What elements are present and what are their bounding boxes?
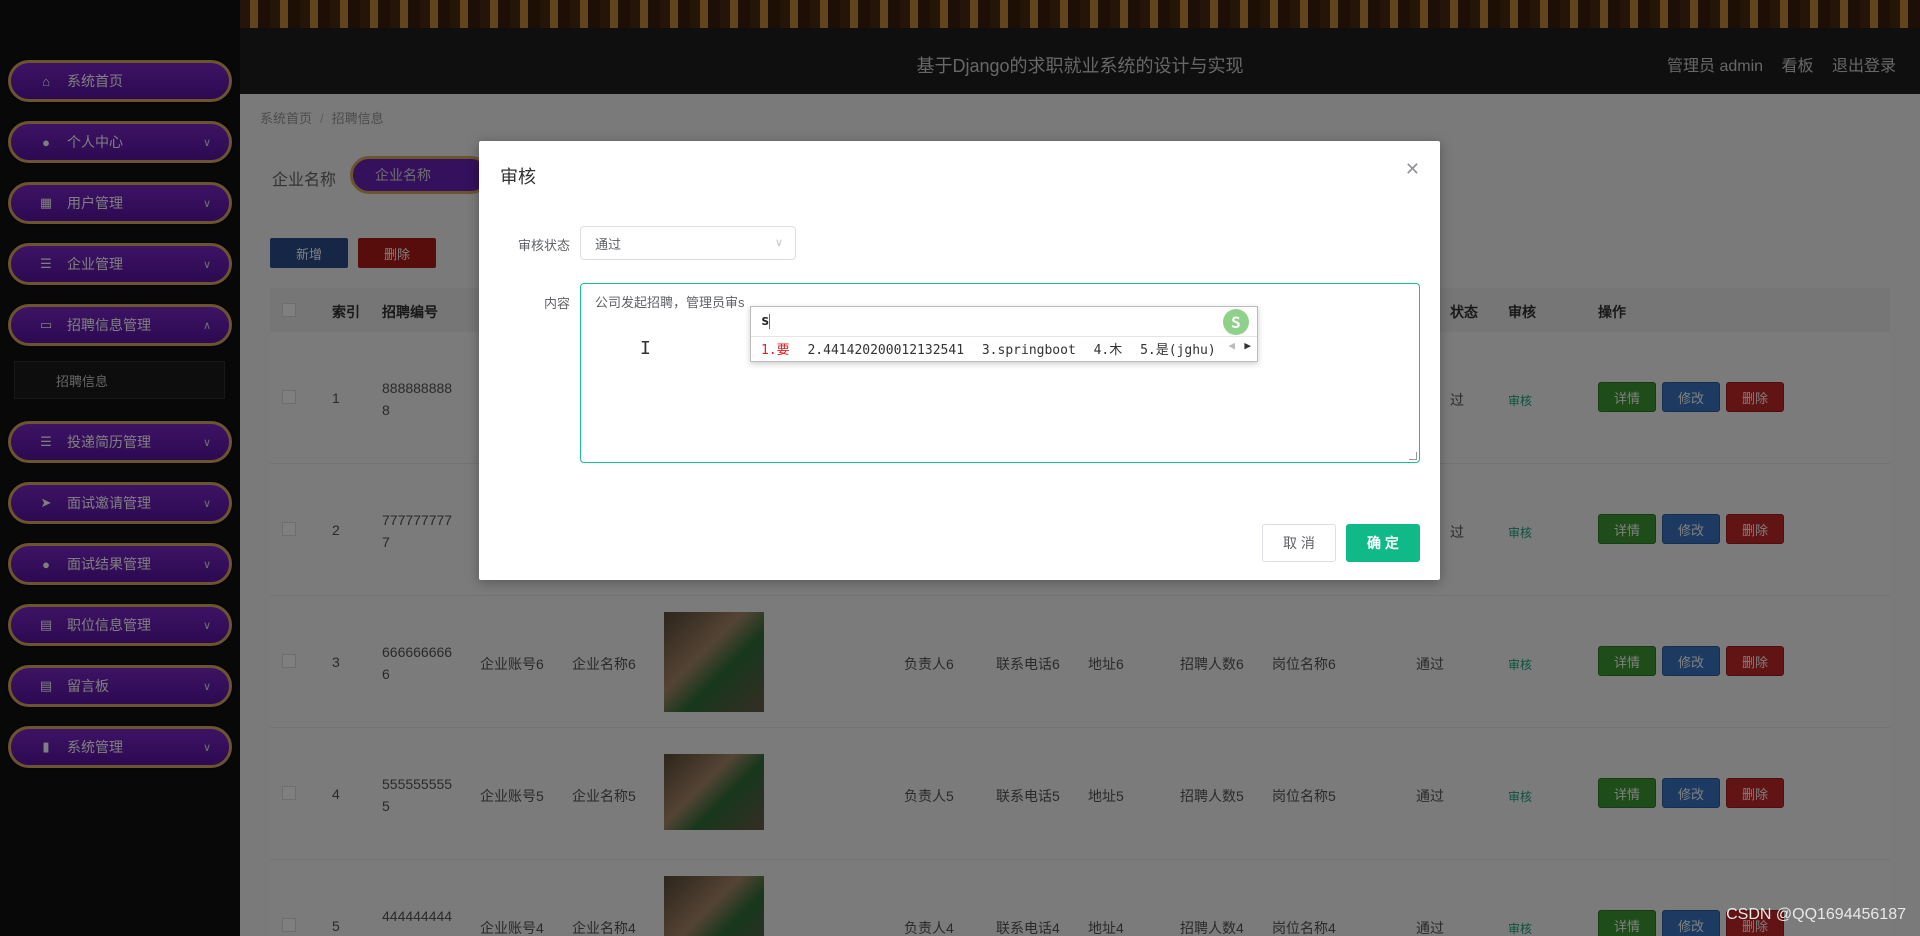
dialog-title: 审核 (500, 167, 536, 187)
text-cursor-icon: I (640, 338, 651, 359)
content-text: 公司发起招聘，管理员审s (595, 295, 745, 310)
status-label: 审核状态 (517, 238, 570, 253)
ime-candidates: 1.要 2.441420200012132541 3.springboot 4.… (761, 339, 1226, 358)
ime-logo-icon: S (1223, 309, 1249, 335)
close-icon[interactable]: ✕ (1405, 159, 1420, 180)
ime-typed-text: s (761, 313, 771, 329)
ime-candidate[interactable]: 4.木 (1094, 343, 1123, 358)
resize-handle[interactable] (1409, 452, 1417, 460)
ime-candidate[interactable]: 2.441420200012132541 (807, 343, 964, 358)
ime-candidate[interactable]: 3.springboot (982, 343, 1076, 358)
ime-prev-icon[interactable]: ◀ (1228, 339, 1235, 352)
ime-candidate[interactable]: 5.是(jghu) (1140, 343, 1216, 358)
ime-typed-value: s (761, 313, 770, 329)
ime-next-icon[interactable]: ▶ (1244, 339, 1251, 352)
chevron-down-icon: ∨ (774, 237, 783, 249)
watermark: CSDN @QQ1694456187 (1726, 906, 1906, 923)
status-select-value: 通过 (595, 236, 622, 252)
content-label: 内容 (543, 296, 570, 311)
ime-divider (751, 336, 1257, 337)
confirm-button[interactable]: 确 定 (1346, 524, 1420, 562)
ime-candidate[interactable]: 1.要 (761, 343, 790, 358)
ime-candidate-window: s S 1.要 2.441420200012132541 3.springboo… (750, 306, 1258, 362)
cancel-button[interactable]: 取 消 (1262, 524, 1336, 562)
status-select[interactable]: 通过 ∨ (580, 226, 796, 260)
ime-cursor (769, 313, 771, 329)
